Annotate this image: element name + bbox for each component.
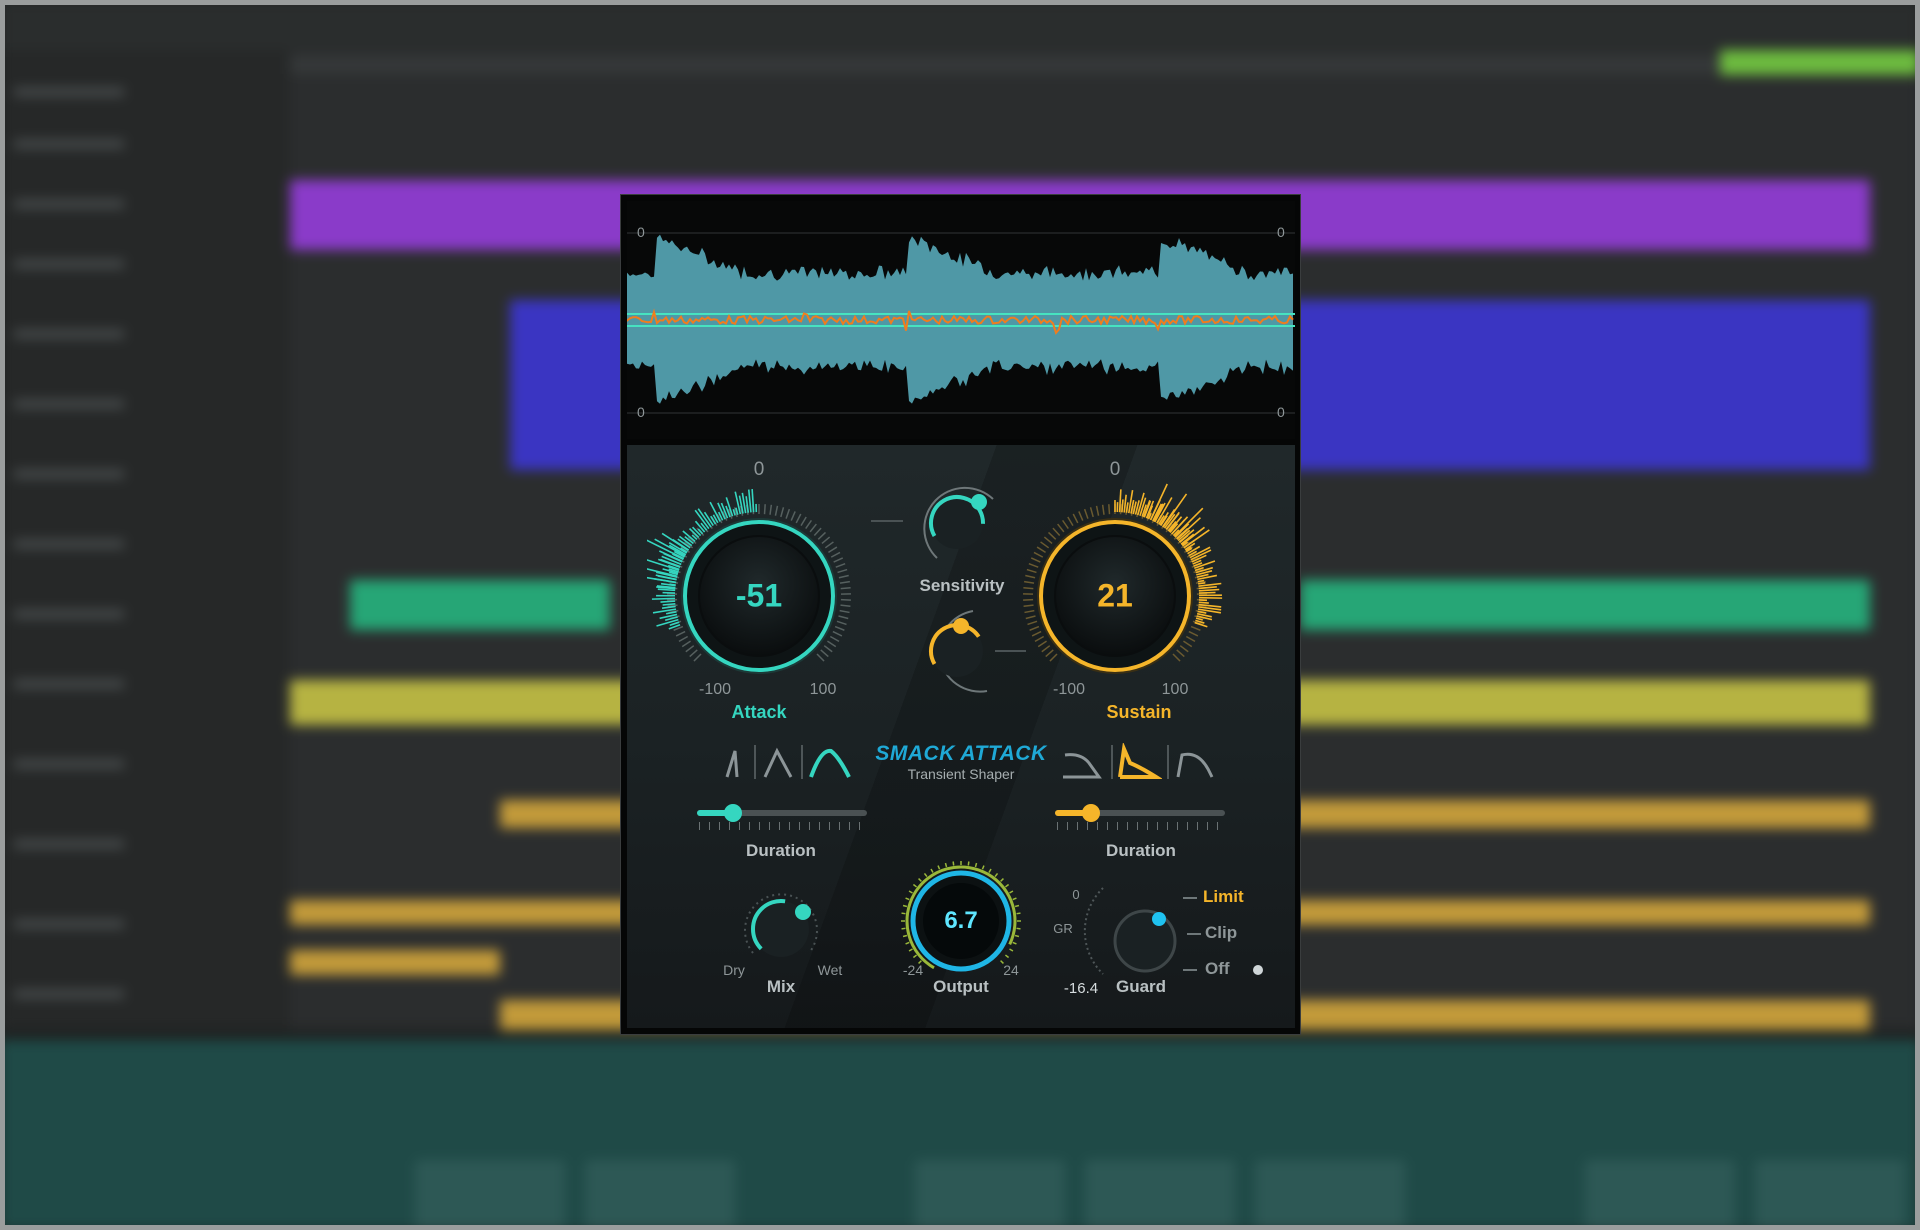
daw-toolbar — [0, 0, 1920, 50]
attack-duration-ticks — [699, 822, 867, 830]
daw-pad — [415, 1160, 565, 1230]
wave-top-right-label: 0 — [1277, 224, 1285, 240]
shape-divider — [754, 745, 756, 779]
sustain-sensitivity-knob[interactable] — [871, 607, 1051, 697]
sustain-scale-top: 0 — [1109, 459, 1121, 480]
guard-mode-off[interactable]: Off — [1205, 959, 1230, 979]
attack-duration-label: Duration — [746, 841, 816, 860]
daw-pad — [915, 1160, 1065, 1230]
guard-mode-indicator — [1253, 965, 1263, 975]
guard-mode-selector: Limit Clip Off — [1175, 887, 1285, 981]
sustain-scale-min: -100 — [1052, 681, 1086, 698]
daw-ruler — [290, 56, 1920, 74]
wave-top-left-label: 0 — [637, 224, 645, 240]
smack-attack-logo: SMACK ATTACK Transient Shaper — [873, 742, 1049, 782]
attack-knob[interactable]: -51 — [633, 445, 877, 695]
daw-track-name — [14, 260, 124, 268]
daw-track-name — [14, 840, 124, 848]
daw-pad — [1255, 1160, 1405, 1230]
logo-subtitle: Transient Shaper — [907, 766, 1015, 782]
shape-divider — [1111, 745, 1113, 779]
soft-attack-shape-icon[interactable] — [807, 743, 853, 781]
daw-pad — [1755, 1160, 1905, 1230]
guard-mode-connector — [1183, 897, 1197, 899]
output-max: 24 — [1003, 962, 1019, 978]
daw-track-name — [14, 470, 124, 478]
sustain-scale-max: 100 — [1161, 681, 1189, 698]
daw-track-name — [14, 990, 124, 998]
daw-track-name — [14, 680, 124, 688]
attack-scale-max: 100 — [809, 681, 837, 698]
sustain-duration-ticks — [1057, 822, 1225, 830]
daw-clip — [290, 950, 500, 975]
daw-pad — [1085, 1160, 1235, 1230]
daw-track-name — [14, 610, 124, 618]
long-release-shape-icon[interactable] — [1174, 745, 1218, 781]
mix-label: Mix — [766, 977, 796, 996]
guard-gr-label: GR — [1053, 921, 1073, 936]
attack-sensitivity-knob[interactable] — [871, 475, 1051, 565]
guard-gr-zero: 0 — [1072, 887, 1080, 902]
daw-track-name — [14, 140, 124, 148]
guard-mode-limit[interactable]: Limit — [1203, 887, 1244, 907]
waveform-display: 0 0 0 0 — [627, 201, 1295, 439]
guard-mode-connector — [1187, 933, 1201, 935]
attack-duration-slider[interactable] — [697, 804, 867, 822]
daw-pad — [1585, 1160, 1735, 1230]
sustain-duration-slider[interactable] — [1055, 804, 1225, 822]
daw-track-name — [14, 540, 124, 548]
control-panel: -51 0 -100 100 Attack 21 0 -100 100 Sust… — [627, 445, 1295, 1028]
guard-mode-clip[interactable]: Clip — [1205, 923, 1237, 943]
daw-track-name — [14, 88, 124, 96]
output-knob[interactable]: 6.7 — [899, 855, 1023, 979]
sustain-value: 21 — [1097, 577, 1133, 614]
attack-label: Attack — [731, 702, 787, 722]
medium-attack-shape-icon[interactable] — [761, 745, 797, 781]
attack-value: -51 — [735, 577, 783, 614]
sustain-label: Sustain — [1106, 702, 1172, 722]
daw-track-name — [14, 200, 124, 208]
attack-duration-handle[interactable] — [723, 804, 742, 822]
daw-track-name — [14, 400, 124, 408]
shape-divider — [801, 745, 803, 779]
sensitivity-label: Sensitivity — [919, 576, 1005, 595]
daw-track-name — [14, 760, 124, 768]
daw-clip — [350, 580, 610, 630]
mix-max: Wet — [817, 962, 843, 978]
sustain-duration-handle[interactable] — [1081, 804, 1100, 822]
daw-pad — [585, 1160, 735, 1230]
attack-scale-top: 0 — [753, 459, 765, 480]
output-value: 6.7 — [944, 907, 978, 934]
output-label: Output — [933, 977, 989, 996]
attack-scale-min: -100 — [698, 681, 732, 698]
sharp-attack-shape-icon[interactable] — [721, 745, 751, 781]
sustain-duration-label: Duration — [1106, 841, 1176, 860]
daw-clip — [1300, 580, 1870, 630]
short-release-shape-icon[interactable] — [1061, 745, 1105, 781]
medium-release-shape-icon[interactable] — [1116, 741, 1163, 781]
wave-bottom-right-label: 0 — [1277, 404, 1285, 420]
transient-shaper-plugin: 0 0 0 0 -51 0 -100 100 Attack 21 0 -100 … — [620, 194, 1301, 1035]
mix-min: Dry — [723, 962, 745, 978]
output-min: -24 — [902, 962, 924, 978]
daw-clip — [1720, 50, 1920, 75]
guard-label: Guard — [1115, 977, 1167, 996]
shape-divider — [1167, 745, 1169, 779]
logo-title: SMACK ATTACK — [875, 742, 1047, 765]
guard-mode-connector — [1183, 969, 1197, 971]
mix-knob[interactable] — [739, 887, 823, 971]
wave-bottom-left-label: 0 — [637, 404, 645, 420]
daw-track-name — [14, 920, 124, 928]
daw-track-name — [14, 330, 124, 338]
guard-gr-value: -16.4 — [1063, 980, 1099, 997]
